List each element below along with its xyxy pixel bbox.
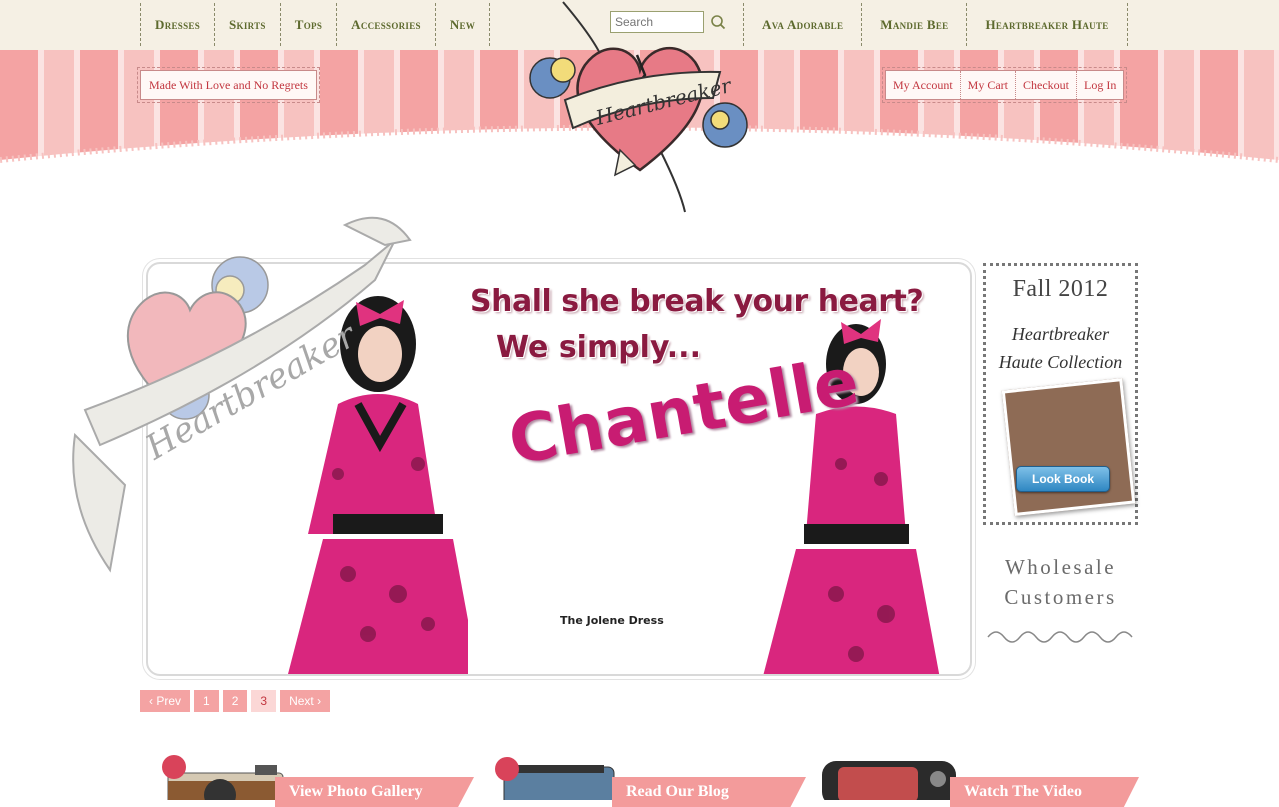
promo-video-label: Watch The Video — [950, 777, 1139, 807]
promo-photo-gallery-label: View Photo Gallery — [275, 777, 474, 807]
camera-icon — [162, 755, 284, 800]
log-in-link[interactable]: Log In — [1077, 71, 1123, 99]
nav-item-ava-adorable[interactable]: Ava Adorable — [744, 3, 863, 46]
account-links: My Account My Cart Checkout Log In — [881, 67, 1128, 103]
promo-blog-label: Read Our Blog — [612, 777, 806, 807]
lookbook-collection: Heartbreaker Haute Collection — [986, 320, 1135, 376]
nav-item-heartbreaker-haute[interactable]: Heartbreaker Haute — [967, 3, 1128, 46]
checkout-link[interactable]: Checkout — [1016, 71, 1078, 99]
typewriter-icon — [495, 757, 615, 800]
wholesale-line1: Wholesale — [1004, 555, 1117, 579]
lookbook-collection-line2: Haute Collection — [998, 352, 1123, 372]
nav-item-dresses[interactable]: Dresses — [141, 3, 216, 46]
pager-page-3[interactable]: 3 — [251, 690, 277, 712]
nav-item-tops[interactable]: Tops — [281, 3, 338, 46]
heartbreaker-logo[interactable]: Heartbreaker — [525, 0, 755, 215]
promo-video[interactable]: Watch The Video — [820, 755, 1139, 807]
nav-item-new[interactable]: New — [436, 3, 491, 46]
wholesale-customers-link[interactable]: Wholesale Customers — [983, 552, 1138, 612]
lookbook-card[interactable]: Fall 2012 Heartbreaker Haute Collection … — [983, 263, 1138, 525]
pager-prev-button[interactable]: ‹ Prev — [140, 690, 191, 712]
nav-item-mandie-bee[interactable]: Mandie Bee — [862, 3, 968, 46]
hero-subheadline: We simply... — [496, 330, 701, 365]
primary-nav-left: Dresses Skirts Tops Accessories New — [140, 3, 491, 46]
tagline-badge: Made With Love and No Regrets — [137, 67, 320, 103]
pager-page-1[interactable]: 1 — [194, 690, 219, 712]
look-book-button[interactable]: Look Book — [1016, 466, 1110, 492]
my-account-link[interactable]: My Account — [886, 71, 961, 99]
lookbook-season: Fall 2012 — [1012, 276, 1109, 302]
pager-page-2[interactable]: 2 — [222, 690, 248, 712]
lookbook-cover-image — [1001, 378, 1136, 516]
lookbook-collection-line1: Heartbreaker — [1011, 324, 1110, 344]
my-cart-link[interactable]: My Cart — [961, 71, 1017, 99]
vintage-tv-icon — [822, 761, 956, 800]
decorative-flourish — [987, 631, 1133, 643]
wholesale-line2: Customers — [1004, 585, 1117, 609]
hero-headline: Shall she break your heart? — [470, 284, 924, 319]
pager-next-button[interactable]: Next › — [280, 690, 331, 712]
hero-ribbon-emblem: Heartbreaker — [72, 216, 412, 573]
nav-item-accessories[interactable]: Accessories — [337, 3, 436, 46]
nav-item-skirts[interactable]: Skirts — [215, 3, 281, 46]
slide-pager: ‹ Prev 1 2 3 Next › — [140, 690, 331, 712]
hero-caption: The Jolene Dress — [560, 614, 664, 627]
promo-photo-gallery[interactable]: View Photo Gallery — [160, 755, 474, 807]
primary-nav-right: Ava Adorable Mandie Bee Heartbreaker Hau… — [743, 3, 1128, 46]
promo-blog[interactable]: Read Our Blog — [492, 755, 806, 807]
